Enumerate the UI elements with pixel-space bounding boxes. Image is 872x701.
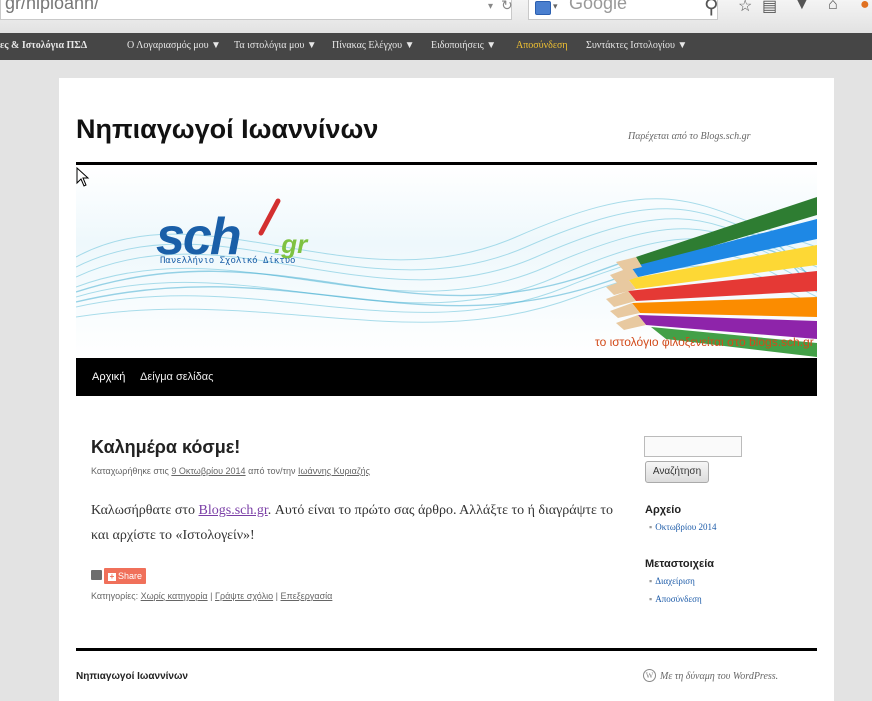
star-icon[interactable]: ☆ (738, 0, 752, 16)
post-meta-by: από τον/την (248, 466, 296, 476)
mouse-cursor-icon (76, 167, 90, 187)
post-meta: Καταχωρήθηκε στις 9 Οκτωβρίου 2014 από τ… (91, 466, 370, 476)
nav-item-sample-page[interactable]: Δείγμα σελίδας (140, 371, 213, 383)
bullet-icon: ▪ (649, 522, 653, 532)
blogs-link[interactable]: Blogs.sch.gr (199, 503, 268, 518)
url-text: gr/hipioanh/ (5, 0, 100, 13)
meta-item-label[interactable]: Αποσύνδεση (655, 594, 702, 604)
sidebar-search-input[interactable] (644, 436, 742, 457)
footer-site-title[interactable]: Νηπιαγωγοί Ιωαννίνων (76, 671, 188, 682)
post-meta-prefix: Καταχωρήθηκε στις (91, 466, 169, 476)
pencils-art (606, 197, 817, 357)
admin-notifications-menu[interactable]: Ειδοποιήσεις ▼ (431, 40, 496, 51)
banner-caption: το ιστολόγιο φιλοξενείται στο blogs.sch.… (595, 335, 814, 349)
separator: | (210, 591, 213, 601)
chevron-down-icon[interactable]: ▾ (488, 1, 493, 12)
search-icon[interactable]: ⚲ (704, 0, 719, 19)
archive-item[interactable]: ▪ Οκτωβρίου 2014 (649, 522, 716, 532)
archive-heading: Αρχείο (645, 504, 682, 516)
browser-search-field[interactable]: ▾ Google (528, 0, 718, 20)
category-link[interactable]: Χωρίς κατηγορία (141, 591, 208, 601)
main-nav: Αρχική Δείγμα σελίδας (76, 358, 817, 396)
post-body: Καλωσήρθατε στο Blogs.sch.gr. Αυτό είναι… (91, 498, 621, 548)
header-divider (76, 162, 817, 165)
page: Νηπιαγωγοί Ιωαννίνων Παρέχεται από το Bl… (59, 78, 834, 701)
meta-item-admin[interactable]: ▪ Διαχείριση (649, 576, 695, 586)
admin-logout-link[interactable]: Αποσύνδεση (516, 40, 568, 51)
post-date-link[interactable]: 9 Οκτωβρίου 2014 (171, 466, 245, 476)
home-icon[interactable]: ⌂ (828, 0, 838, 14)
email-icon[interactable] (91, 570, 102, 580)
sidebar-search-button[interactable]: Αναζήτηση (645, 461, 709, 483)
address-bar[interactable]: gr/hipioanh/ ▾ ↻ (0, 0, 513, 20)
admin-blogs-menu[interactable]: Τα ιστολόγια μου ▼ (234, 40, 317, 51)
bookmarks-icon[interactable]: ▤ (762, 0, 777, 16)
extension-icon[interactable]: ● (860, 0, 870, 14)
meta-item-logout[interactable]: ▪ Αποσύνδεση (649, 594, 702, 604)
admin-site-menu[interactable]: ες & Ιστολόγια ΠΣΔ (0, 40, 87, 51)
share-button[interactable]: + Share (104, 568, 147, 584)
meta-heading: Μεταστοιχεία (645, 558, 715, 570)
share-label: Share (118, 571, 143, 581)
categories-label: Κατηγορίες: (91, 591, 139, 601)
download-icon[interactable]: ▼ (794, 0, 810, 14)
post-author-link[interactable]: Ιωάννης Κυριαζής (298, 466, 370, 476)
search-placeholder: Google (569, 0, 628, 13)
chevron-down-icon[interactable]: ▾ (553, 1, 558, 12)
archive-item-label[interactable]: Οκτωβρίου 2014 (655, 522, 716, 532)
site-title[interactable]: Νηπιαγωγοί Ιωαννίνων (76, 114, 378, 145)
logo-subtitle: Πανελλήνιο Σχολικό Δίκτυο (160, 256, 296, 266)
comment-link[interactable]: Γράψτε σχόλιο (215, 591, 273, 601)
admin-bar: ες & Ιστολόγια ΠΣΔ Ο Λογαριασμός μου ▼ Τ… (0, 33, 872, 60)
edit-link[interactable]: Επεξεργασία (281, 591, 333, 601)
admin-account-menu[interactable]: Ο Λογαριασμός μου ▼ (127, 40, 221, 51)
admin-dashboard-menu[interactable]: Πίνακας Ελέγχου ▼ (332, 40, 414, 51)
reload-icon[interactable]: ↻ (501, 0, 513, 14)
bullet-icon: ▪ (649, 576, 653, 586)
footer-powered-by[interactable]: Με τη δύναμη του WordPress. (660, 671, 778, 682)
header-banner[interactable]: sch .gr Πανελλήνιο Σχολικό Δίκτυο το ιστ… (76, 167, 817, 357)
browser-toolbar: gr/hipioanh/ ▾ ↻ ▾ Google ⚲ ☆ ▤ ▼ ⌂ ● (0, 0, 872, 33)
plus-icon: + (108, 572, 116, 581)
meta-item-label[interactable]: Διαχείριση (655, 576, 695, 586)
bullet-icon: ▪ (649, 594, 653, 604)
powered-by-text: Παρέχεται από το Blogs.sch.gr (628, 131, 751, 142)
nav-item-home[interactable]: Αρχική (92, 371, 125, 383)
footer-divider (76, 648, 817, 651)
search-engine-icon[interactable] (535, 1, 551, 15)
separator: | (275, 591, 278, 601)
post-footer: Κατηγορίες: Χωρίς κατηγορία | Γράψτε σχό… (91, 591, 332, 601)
post-body-pre: Καλωσήρθατε στο (91, 503, 196, 518)
admin-authors-menu[interactable]: Συντάκτες Ιστολογίου ▼ (586, 40, 687, 51)
post-title[interactable]: Καλημέρα κόσμε! (91, 437, 240, 458)
wordpress-icon[interactable]: W (643, 669, 656, 682)
